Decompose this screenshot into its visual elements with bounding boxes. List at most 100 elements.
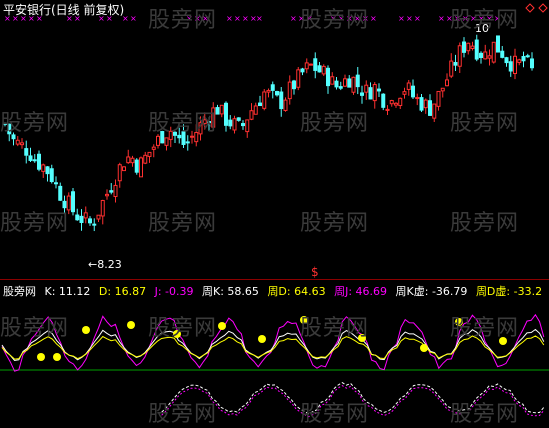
candle-body bbox=[292, 80, 296, 90]
indicator-week-k-virtual: 周K虚: -36.79 bbox=[395, 285, 468, 298]
signal-cross: × bbox=[370, 14, 377, 23]
candle-body bbox=[100, 200, 105, 217]
signal-cross: × bbox=[406, 14, 413, 23]
candle-body bbox=[432, 103, 437, 119]
candle-body bbox=[79, 215, 84, 223]
watermark: 股旁网 bbox=[0, 316, 70, 341]
watermark: 股旁网 bbox=[450, 402, 520, 427]
candle-body bbox=[15, 139, 20, 145]
candle-body bbox=[139, 157, 143, 178]
candle-body bbox=[92, 223, 97, 226]
indicator-week-d-virtual: 周D虚: -33.2 bbox=[475, 285, 543, 298]
candle-body bbox=[513, 55, 517, 75]
watermark: 股旁网 bbox=[0, 111, 70, 136]
candle-body bbox=[96, 214, 101, 220]
signal-cross: × bbox=[130, 14, 137, 23]
watermark: 股旁网 bbox=[148, 211, 218, 236]
candle-body bbox=[58, 185, 63, 201]
candle-body bbox=[517, 59, 522, 63]
candle-body bbox=[500, 50, 505, 58]
signal-cross: × bbox=[290, 14, 297, 23]
candle-body bbox=[232, 118, 237, 131]
candle-body bbox=[130, 157, 135, 164]
signal-dot bbox=[258, 335, 266, 343]
watermark: 股旁网 bbox=[300, 8, 370, 33]
signal-dot bbox=[127, 321, 135, 329]
candle-body bbox=[253, 105, 258, 115]
candle-body bbox=[423, 99, 428, 109]
candle-body bbox=[372, 84, 377, 102]
candle-body bbox=[49, 168, 54, 183]
diamond-marker bbox=[538, 3, 548, 13]
candle-body bbox=[394, 102, 398, 106]
candle-body bbox=[398, 97, 403, 107]
signal-cross: × bbox=[234, 14, 241, 23]
candle-body bbox=[279, 91, 284, 110]
candle-body bbox=[474, 39, 479, 60]
indicator-d: D: 16.87 bbox=[98, 285, 147, 298]
candle-body bbox=[449, 60, 454, 77]
candle-body bbox=[32, 159, 37, 162]
candle-body bbox=[385, 108, 390, 111]
signal-dot bbox=[82, 326, 90, 334]
candle-body bbox=[156, 135, 160, 146]
candle-body bbox=[457, 45, 462, 67]
signal-dot bbox=[53, 353, 61, 361]
candle-body bbox=[41, 164, 46, 172]
watermark: 股旁网 bbox=[450, 8, 520, 33]
candle-body bbox=[266, 89, 271, 93]
candle-body bbox=[347, 78, 352, 88]
candle-body bbox=[479, 52, 483, 59]
signal-cross: × bbox=[226, 14, 233, 23]
candle-body bbox=[411, 85, 415, 98]
candle-body bbox=[525, 55, 530, 58]
candle-body bbox=[249, 110, 254, 120]
candle-body bbox=[287, 81, 292, 100]
candle-body bbox=[24, 148, 29, 156]
candle-body bbox=[364, 84, 369, 93]
candle-body bbox=[219, 104, 224, 115]
signal-cross: × bbox=[414, 14, 421, 23]
candle-body bbox=[126, 156, 131, 164]
indicator-j: J: -0.39 bbox=[154, 285, 194, 298]
signal-dot bbox=[37, 353, 45, 361]
candle-body bbox=[224, 102, 228, 126]
candle-body bbox=[462, 41, 466, 53]
candle-body bbox=[270, 84, 275, 91]
candle-body bbox=[275, 91, 279, 96]
candle-body bbox=[258, 102, 262, 107]
candle-body bbox=[143, 154, 148, 164]
signal-cross: × bbox=[242, 14, 249, 23]
watermark: 股旁网 bbox=[148, 111, 218, 136]
candle-body bbox=[360, 92, 364, 96]
indicator-bar: 股旁网 K: 11.12 D: 16.87 J: -0.39 周K: 58.65… bbox=[3, 283, 547, 299]
candle-body bbox=[113, 184, 118, 198]
candle-body bbox=[402, 91, 407, 95]
indicator-week-d: 周D: 64.63 bbox=[267, 285, 326, 298]
watermark: 股旁网 bbox=[450, 211, 520, 236]
watermark: 股旁网 bbox=[300, 316, 370, 341]
candle-body bbox=[304, 62, 309, 70]
signal-cross: × bbox=[256, 14, 263, 23]
event-marker: $ bbox=[311, 265, 319, 279]
candle-body bbox=[377, 88, 381, 92]
candle-body bbox=[415, 97, 420, 100]
candle-body bbox=[491, 41, 496, 63]
watermark: 股旁网 bbox=[300, 402, 370, 427]
candle-body bbox=[326, 67, 330, 87]
candle-body bbox=[45, 166, 50, 175]
candle-body bbox=[122, 166, 126, 172]
candle-body bbox=[20, 142, 24, 146]
candle-body bbox=[117, 164, 122, 182]
low-price-label: ←8.23 bbox=[88, 258, 122, 271]
candle-body bbox=[530, 58, 534, 69]
candle-body bbox=[466, 42, 471, 52]
candle-body bbox=[245, 119, 250, 133]
candle-body bbox=[134, 159, 139, 173]
candle-body bbox=[389, 100, 394, 105]
watermark: 股旁网 bbox=[0, 211, 70, 236]
candle-body bbox=[381, 93, 386, 108]
candle-body bbox=[241, 123, 245, 127]
watermark: 股旁网 bbox=[450, 316, 520, 341]
candle-body bbox=[75, 214, 80, 221]
